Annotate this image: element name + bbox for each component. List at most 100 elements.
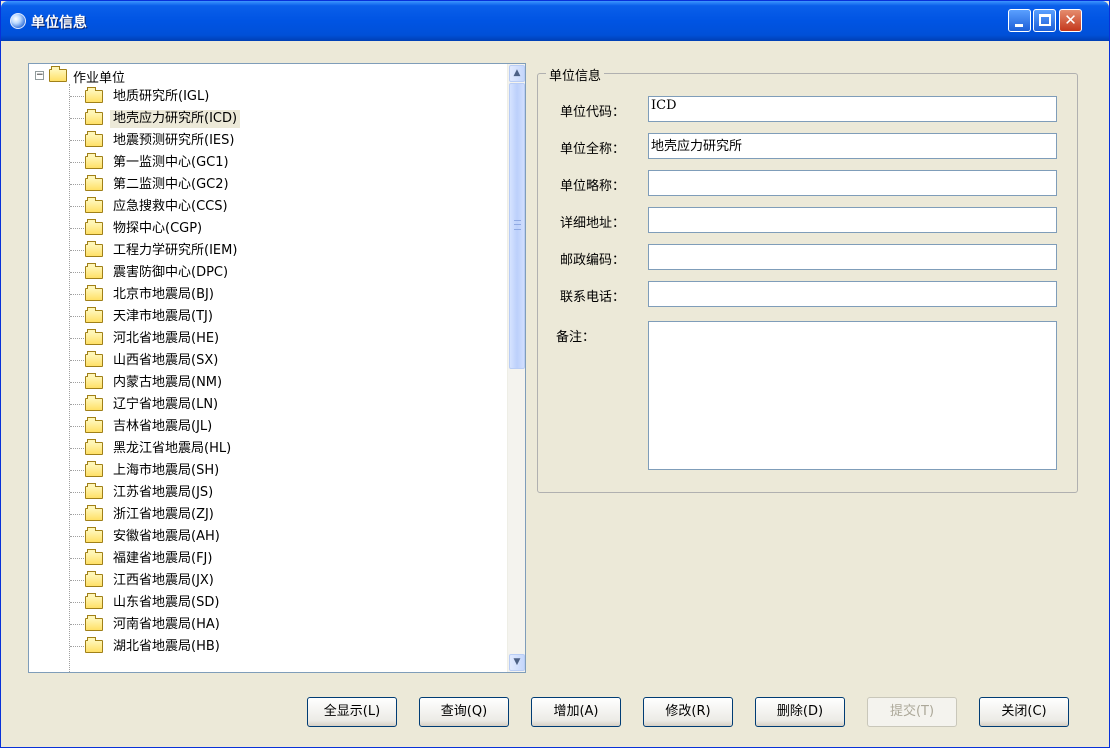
- tree-item[interactable]: 震害防御中心(DPC): [70, 262, 500, 284]
- unit-tree[interactable]: − 作业单位 地质研究所(IGL) 地壳应力研究所(ICD) 地震预测研究所(IES…: [28, 63, 526, 673]
- folder-icon: [49, 66, 67, 82]
- close-button[interactable]: 关闭(C): [979, 697, 1069, 727]
- tree-item[interactable]: 山西省地震局(SX): [70, 350, 500, 372]
- folder-icon: [85, 527, 103, 543]
- group-title: 单位信息: [546, 65, 605, 84]
- unit-shortname-label: 单位略称：: [560, 179, 626, 194]
- tree-item[interactable]: 应急搜救中心(CCS): [70, 196, 500, 218]
- tree-item-label: 上海市地震局(SH): [113, 463, 220, 478]
- submit-button[interactable]: 提交(T): [867, 697, 957, 727]
- maximize-icon: [1039, 14, 1051, 26]
- tree-item-label: 第一监测中心(GC1): [113, 155, 229, 170]
- tree-root-label: 作业单位: [73, 71, 126, 86]
- folder-icon: [85, 417, 103, 433]
- tree-item-label: 北京市地震局(BJ): [113, 287, 214, 302]
- tree-item-label: 吉林省地震局(JL): [113, 419, 213, 434]
- tree-connector-line: [70, 162, 84, 163]
- folder-icon: [85, 131, 103, 147]
- query-button[interactable]: 查询(Q): [419, 697, 509, 727]
- folder-icon: [85, 373, 103, 389]
- folder-icon: [85, 351, 103, 367]
- tree-connector-line: [70, 492, 84, 493]
- tree-connector-line: [70, 228, 84, 229]
- tree-connector-line: [70, 448, 84, 449]
- tree-item[interactable]: 安徽省地震局(AH): [70, 526, 500, 548]
- tree-item[interactable]: 河南省地震局(HA): [70, 614, 500, 636]
- tree-item-label: 辽宁省地震局(LN): [113, 397, 219, 412]
- folder-icon: [85, 219, 103, 235]
- unit-fullname-label: 单位全称：: [560, 142, 626, 157]
- unit-info-group: 单位信息 单位代码： ICD 单位全称： 地壳应力研究所 单位略称： 详细地址：…: [537, 65, 1078, 493]
- tree-item[interactable]: 北京市地震局(BJ): [70, 284, 500, 306]
- folder-icon: [85, 87, 103, 103]
- folder-icon: [85, 263, 103, 279]
- tree-item[interactable]: 地震预测研究所(IES): [70, 130, 500, 152]
- folder-icon: [85, 153, 103, 169]
- remark-textarea[interactable]: [648, 321, 1057, 470]
- maximize-button[interactable]: [1033, 9, 1056, 32]
- unit-fullname-field[interactable]: 地壳应力研究所: [648, 133, 1057, 159]
- close-window-button[interactable]: ✕: [1059, 9, 1082, 32]
- postcode-field[interactable]: [648, 244, 1057, 270]
- folder-icon: [85, 285, 103, 301]
- tree-item-label: 地壳应力研究所(ICD): [110, 110, 241, 128]
- tree-item[interactable]: 山东省地震局(SD): [70, 592, 500, 614]
- tree-item[interactable]: 上海市地震局(SH): [70, 460, 500, 482]
- tree-scrollbar[interactable]: ▲ ▼: [507, 64, 525, 672]
- tree-connector-line: [70, 536, 84, 537]
- modify-button[interactable]: 修改(R): [643, 697, 733, 727]
- window-title: 单位信息: [31, 15, 87, 31]
- postcode-label: 邮政编码：: [560, 253, 626, 268]
- tree-item-label: 工程力学研究所(IEM): [113, 243, 238, 258]
- tree-item[interactable]: 地质研究所(IGL): [70, 86, 500, 108]
- tree-item[interactable]: 福建省地震局(FJ): [70, 548, 500, 570]
- tree-item[interactable]: 湖北省地震局(HB): [70, 636, 500, 658]
- scroll-up-button[interactable]: ▲: [509, 65, 525, 82]
- tree-item[interactable]: 工程力学研究所(IEM): [70, 240, 500, 262]
- folder-icon: [85, 637, 103, 653]
- tree-connector-line: [70, 646, 84, 647]
- tree-connector-line: [70, 140, 84, 141]
- scroll-thumb[interactable]: [509, 83, 525, 369]
- tree-connector-line: [70, 514, 84, 515]
- tree-connector-line: [70, 602, 84, 603]
- unit-code-field[interactable]: ICD: [648, 96, 1057, 122]
- tree-item-label: 湖北省地震局(HB): [113, 639, 220, 654]
- add-button[interactable]: 增加(A): [531, 697, 621, 727]
- tree-item[interactable]: 黑龙江省地震局(HL): [70, 438, 500, 460]
- tree-connector-line: [70, 360, 84, 361]
- tree-item[interactable]: 辽宁省地震局(LN): [70, 394, 500, 416]
- tree-item-label: 河南省地震局(HA): [113, 617, 220, 632]
- title-bar[interactable]: 单位信息 ✕: [1, 1, 1109, 41]
- delete-button[interactable]: 删除(D): [755, 697, 845, 727]
- minimize-icon: [1015, 24, 1023, 27]
- tree-item[interactable]: 第二监测中心(GC2): [70, 174, 500, 196]
- folder-icon: [85, 483, 103, 499]
- folder-icon: [85, 241, 103, 257]
- show-all-button[interactable]: 全显示(L): [307, 697, 397, 727]
- tree-item[interactable]: 吉林省地震局(JL): [70, 416, 500, 438]
- folder-icon: [85, 439, 103, 455]
- grip-icon: [514, 220, 521, 230]
- phone-field[interactable]: [648, 281, 1057, 307]
- tree-item[interactable]: 物探中心(CGP): [70, 218, 500, 240]
- tree-item[interactable]: 第一监测中心(GC1): [70, 152, 500, 174]
- tree-item[interactable]: 江苏省地震局(JS): [70, 482, 500, 504]
- tree-item[interactable]: 江西省地震局(JX): [70, 570, 500, 592]
- tree-item[interactable]: 内蒙古地震局(NM): [70, 372, 500, 394]
- tree-connector-line: [70, 382, 84, 383]
- minimize-button[interactable]: [1008, 9, 1031, 32]
- collapse-icon[interactable]: −: [35, 71, 44, 80]
- tree-item[interactable]: 河北省地震局(HE): [70, 328, 500, 350]
- tree-item-label: 江苏省地震局(JS): [113, 485, 214, 500]
- tree-item[interactable]: 天津市地震局(TJ): [70, 306, 500, 328]
- tree-item[interactable]: 地壳应力研究所(ICD): [70, 108, 500, 130]
- address-field[interactable]: [648, 207, 1057, 233]
- scroll-down-button[interactable]: ▼: [509, 654, 525, 671]
- unit-shortname-field[interactable]: [648, 170, 1057, 196]
- folder-icon: [85, 307, 103, 323]
- folder-icon: [85, 505, 103, 521]
- tree-item-label: 福建省地震局(FJ): [113, 551, 213, 566]
- tree-item[interactable]: 浙江省地震局(ZJ): [70, 504, 500, 526]
- tree-connector-line: [70, 118, 84, 119]
